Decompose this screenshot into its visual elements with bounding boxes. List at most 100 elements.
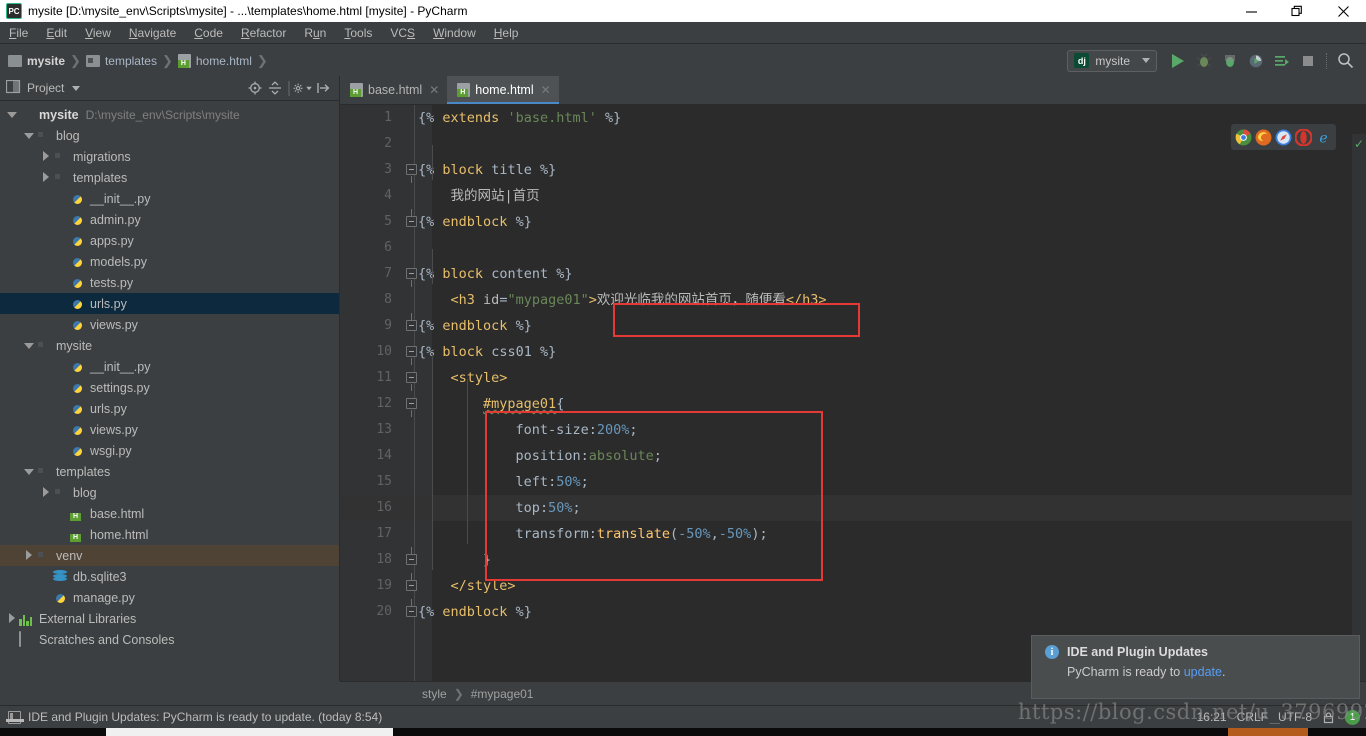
menu-refactor[interactable]: Refactor: [232, 22, 295, 44]
code-line[interactable]: 2: [340, 131, 1366, 157]
fold-end-icon[interactable]: [406, 573, 417, 591]
fold-end-icon[interactable]: [406, 547, 417, 565]
code-editor[interactable]: 1 {% extends 'base.html' %} 2 3 {% block tit…: [340, 105, 1366, 681]
code-line[interactable]: 13 font-size:200%;: [340, 417, 1366, 443]
menu-run[interactable]: Run: [295, 22, 335, 44]
fold-collapse-icon[interactable]: [406, 268, 417, 287]
code-line[interactable]: 6: [340, 235, 1366, 261]
menu-navigate[interactable]: Navigate: [120, 22, 185, 44]
fold-collapse-icon[interactable]: [406, 372, 417, 391]
ie-icon[interactable]: e: [1315, 129, 1332, 146]
tab-base-html[interactable]: base.html ✕: [340, 76, 447, 104]
code-lines[interactable]: 1 {% extends 'base.html' %} 2 3 {% block tit…: [340, 105, 1366, 681]
tree-item-templates[interactable]: templates: [0, 167, 339, 188]
code-line[interactable]: 1 {% extends 'base.html' %}: [340, 105, 1366, 131]
menu-window[interactable]: Window: [424, 22, 485, 44]
tree-item-tests-py[interactable]: tests.py: [0, 272, 339, 293]
fold-collapse-icon[interactable]: [406, 346, 417, 365]
tree-item-views-py[interactable]: views.py: [0, 314, 339, 335]
profile-icon[interactable]: [1245, 50, 1267, 72]
tab-home-html[interactable]: home.html ✕: [447, 76, 560, 104]
status-indicator-badge[interactable]: 1: [1345, 709, 1360, 725]
debug-icon[interactable]: [1193, 50, 1215, 72]
tree-item-templates[interactable]: templates: [0, 461, 339, 482]
chevron-right-icon[interactable]: [6, 613, 17, 624]
file-encoding[interactable]: UTF-8: [1278, 710, 1312, 724]
tree-item-urls-py[interactable]: urls.py: [0, 293, 339, 314]
update-link[interactable]: update: [1184, 665, 1222, 679]
tree-item-external-libraries[interactable]: External Libraries: [0, 608, 339, 629]
close-icon[interactable]: ✕: [541, 83, 551, 97]
tree-item-settings-py[interactable]: settings.py: [0, 377, 339, 398]
maximize-button[interactable]: [1274, 0, 1320, 22]
tree-item-base-html[interactable]: base.html: [0, 503, 339, 524]
tree-item-models-py[interactable]: models.py: [0, 251, 339, 272]
menu-help[interactable]: Help: [485, 22, 528, 44]
status-message[interactable]: IDE and Plugin Updates: PyCharm is ready…: [28, 710, 382, 724]
menu-view[interactable]: View: [76, 22, 120, 44]
menu-tools[interactable]: Tools: [335, 22, 381, 44]
chevron-down-icon[interactable]: [6, 109, 17, 120]
menu-code[interactable]: Code: [185, 22, 232, 44]
search-everywhere-icon[interactable]: [1334, 50, 1356, 72]
tree-item-mysite[interactable]: mysite: [0, 335, 339, 356]
chevron-right-icon[interactable]: [40, 151, 51, 162]
editor-breadcrumb-style[interactable]: style: [422, 687, 447, 701]
lock-icon[interactable]: [1322, 711, 1335, 724]
minimize-button[interactable]: [1228, 0, 1274, 22]
code-line[interactable]: 4 我的网站|首页: [340, 183, 1366, 209]
fold-end-icon[interactable]: [406, 599, 417, 617]
breadcrumb-item-templates[interactable]: templates: [85, 54, 157, 68]
tree-item--init-py[interactable]: __init__.py: [0, 356, 339, 377]
code-line[interactable]: 9 {% endblock %}: [340, 313, 1366, 339]
code-line[interactable]: 12 #mypage01{: [340, 391, 1366, 417]
opera-icon[interactable]: [1294, 127, 1313, 147]
safari-icon[interactable]: [1275, 129, 1292, 146]
fold-end-icon[interactable]: [406, 209, 417, 227]
code-line[interactable]: 18 }: [340, 547, 1366, 573]
coverage-icon[interactable]: [1219, 50, 1241, 72]
chevron-down-icon[interactable]: [23, 340, 34, 351]
tree-item-scratches-and-consoles[interactable]: Scratches and Consoles: [0, 629, 339, 650]
tree-item-admin-py[interactable]: admin.py: [0, 209, 339, 230]
code-line[interactable]: 7 {% block content %}: [340, 261, 1366, 287]
tree-item-apps-py[interactable]: apps.py: [0, 230, 339, 251]
code-line[interactable]: 20 {% endblock %}: [340, 599, 1366, 625]
tree-item-migrations[interactable]: migrations: [0, 146, 339, 167]
locate-icon[interactable]: [245, 78, 265, 98]
collapse-all-icon[interactable]: [265, 78, 285, 98]
marker-gutter[interactable]: ✓: [1352, 134, 1366, 681]
code-line[interactable]: 14 position:absolute;: [340, 443, 1366, 469]
run-icon[interactable]: [1167, 50, 1189, 72]
tree-item-views-py[interactable]: views.py: [0, 419, 339, 440]
code-line[interactable]: 19 </style>: [340, 573, 1366, 599]
tree-item-wsgi-py[interactable]: wsgi.py: [0, 440, 339, 461]
stop-icon[interactable]: [1297, 50, 1319, 72]
run-configuration-selector[interactable]: dj mysite: [1067, 49, 1157, 72]
chevron-down-icon[interactable]: [23, 130, 34, 141]
firefox-icon[interactable]: [1255, 129, 1272, 146]
fold-collapse-icon[interactable]: [406, 164, 417, 183]
chevron-right-icon[interactable]: [23, 550, 34, 561]
close-icon[interactable]: ✕: [429, 83, 439, 97]
menu-edit[interactable]: Edit: [37, 22, 76, 44]
editor-breadcrumb-selector[interactable]: #mypage01: [471, 687, 534, 701]
code-line[interactable]: 5 {% endblock %}: [340, 209, 1366, 235]
line-separator[interactable]: CRLF: [1237, 710, 1268, 724]
caret-position[interactable]: 16:21: [1197, 710, 1227, 724]
attach-icon[interactable]: [1271, 50, 1293, 72]
tree-item-mysite[interactable]: mysite D:\mysite_env\Scripts\mysite: [0, 104, 339, 125]
chevron-right-icon[interactable]: [40, 487, 51, 498]
tree-item-home-html[interactable]: home.html: [0, 524, 339, 545]
close-button[interactable]: [1320, 0, 1366, 22]
menu-file[interactable]: File: [0, 22, 37, 44]
code-line[interactable]: 10 {% block css01 %}: [340, 339, 1366, 365]
breadcrumb-item-mysite[interactable]: mysite: [8, 54, 65, 68]
chevron-right-icon[interactable]: [40, 172, 51, 183]
chevron-down-icon[interactable]: [72, 85, 81, 91]
breadcrumb-item-home-html[interactable]: home.html: [177, 53, 252, 68]
tree-item-venv[interactable]: venv: [0, 545, 339, 566]
tree-item-blog[interactable]: blog: [0, 125, 339, 146]
code-line[interactable]: 11 <style>: [340, 365, 1366, 391]
code-line[interactable]: 15 left:50%;: [340, 469, 1366, 495]
